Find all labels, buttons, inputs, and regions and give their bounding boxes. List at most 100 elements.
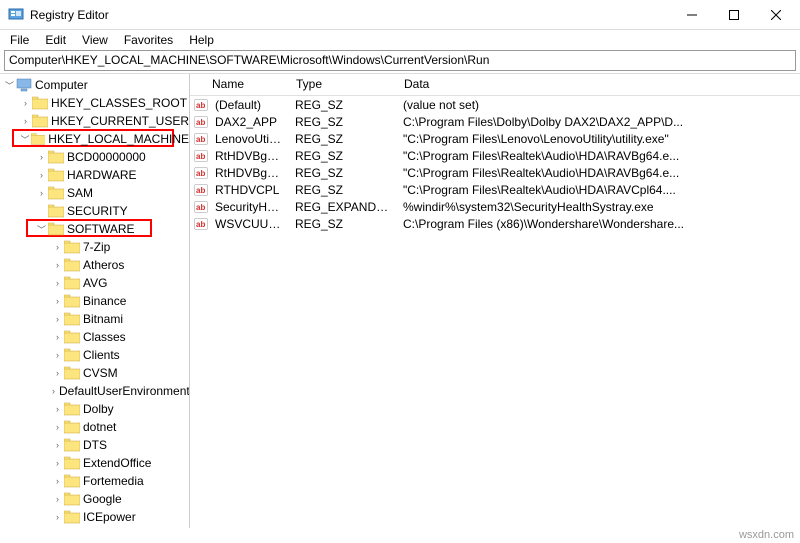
tree-item[interactable]: ›Binance: [0, 292, 189, 310]
tree-hkcr[interactable]: › HKEY_CLASSES_ROOT: [0, 94, 189, 112]
tree-label: Atheros: [83, 258, 124, 272]
expand-icon[interactable]: ›: [52, 296, 63, 307]
tree-item[interactable]: ›DTS: [0, 436, 189, 454]
tree-bcd[interactable]: › BCD00000000: [0, 148, 189, 166]
expand-icon[interactable]: ›: [52, 458, 63, 469]
tree-label: SOFTWARE: [67, 222, 135, 236]
tree-item[interactable]: › AVG: [0, 274, 189, 292]
expand-icon[interactable]: ›: [36, 152, 47, 163]
tree-item[interactable]: ›ICEpower: [0, 508, 189, 526]
expand-icon[interactable]: ›: [52, 494, 63, 505]
value-type: REG_SZ: [289, 217, 397, 231]
expand-icon[interactable]: ›: [52, 332, 63, 343]
expand-icon[interactable]: ›: [52, 422, 63, 433]
tree-hkcu[interactable]: › HKEY_CURRENT_USER: [0, 112, 189, 130]
tree-item[interactable]: › 7-Zip: [0, 238, 189, 256]
tree-item[interactable]: ›CVSM: [0, 364, 189, 382]
value-type: REG_SZ: [289, 183, 397, 197]
expand-icon[interactable]: ›: [52, 386, 55, 397]
tree-item[interactable]: › Atheros: [0, 256, 189, 274]
tree-label: Fortemedia: [83, 474, 144, 488]
tree-label: Clients: [83, 348, 120, 362]
expand-icon[interactable]: ›: [52, 512, 63, 523]
value-row[interactable]: abLenovoUtilityREG_SZ"C:\Program Files\L…: [190, 130, 800, 147]
expand-icon[interactable]: ›: [52, 476, 63, 487]
close-button[interactable]: [764, 3, 788, 27]
col-type[interactable]: Type: [290, 74, 398, 95]
tree-hklm[interactable]: ﹀ HKEY_LOCAL_MACHINE: [0, 130, 189, 148]
main-panes: ﹀ Computer › HKEY_CLASSES_ROOT › HKEY_CU…: [0, 73, 800, 528]
tree-label: 7-Zip: [83, 240, 110, 254]
tree-label: HKEY_CLASSES_ROOT: [51, 96, 187, 110]
collapse-icon[interactable]: ﹀: [20, 134, 30, 145]
expand-icon[interactable]: ›: [52, 278, 63, 289]
tree-software[interactable]: ﹀ SOFTWARE: [0, 220, 189, 238]
col-name[interactable]: Name: [190, 74, 290, 95]
tree-item[interactable]: › dotnet: [0, 418, 189, 436]
value-row[interactable]: abRTHDVCPLREG_SZ"C:\Program Files\Realte…: [190, 181, 800, 198]
collapse-icon[interactable]: ﹀: [36, 224, 47, 235]
string-value-icon: ab: [193, 166, 209, 180]
folder-icon: [64, 492, 80, 506]
tree-label: HKEY_CURRENT_USER: [51, 114, 189, 128]
tree-item[interactable]: ›DefaultUserEnvironment: [0, 382, 189, 400]
expand-icon[interactable]: ›: [36, 188, 47, 199]
expand-icon[interactable]: ›: [52, 368, 63, 379]
folder-icon: [64, 456, 80, 470]
expand-icon[interactable]: ›: [20, 98, 31, 109]
list-view[interactable]: Name Type Data ab(Default)REG_SZ(value n…: [190, 74, 800, 528]
folder-icon: [64, 276, 80, 290]
menu-view[interactable]: View: [76, 32, 114, 48]
col-data[interactable]: Data: [398, 74, 800, 95]
tree-item[interactable]: ›Dolby: [0, 400, 189, 418]
tree-item[interactable]: › Clients: [0, 346, 189, 364]
tree-sam[interactable]: › SAM: [0, 184, 189, 202]
value-row[interactable]: abSecurityHealthREG_EXPAND_SZ%windir%\sy…: [190, 198, 800, 215]
collapse-icon[interactable]: ﹀: [4, 80, 15, 91]
minimize-button[interactable]: [680, 3, 704, 27]
folder-icon: [64, 240, 80, 254]
menu-edit[interactable]: Edit: [39, 32, 72, 48]
expand-icon[interactable]: ›: [52, 404, 63, 415]
folder-icon: [48, 168, 64, 182]
value-type: REG_SZ: [289, 115, 397, 129]
expand-icon[interactable]: ›: [52, 440, 63, 451]
expand-icon[interactable]: ›: [52, 350, 63, 361]
value-row[interactable]: abDAX2_APPREG_SZC:\Program Files\Dolby\D…: [190, 113, 800, 130]
tree-item[interactable]: › Fortemedia: [0, 472, 189, 490]
tree-item[interactable]: ›IM Providers: [0, 526, 189, 528]
string-value-icon: ab: [193, 217, 209, 231]
expand-icon[interactable]: ›: [36, 170, 47, 181]
computer-icon: [16, 78, 32, 92]
menu-favorites[interactable]: Favorites: [118, 32, 179, 48]
tree-security[interactable]: SECURITY: [0, 202, 189, 220]
tree-view[interactable]: ﹀ Computer › HKEY_CLASSES_ROOT › HKEY_CU…: [0, 74, 190, 528]
menu-help[interactable]: Help: [183, 32, 220, 48]
tree-item[interactable]: ›Bitnami: [0, 310, 189, 328]
expand-icon[interactable]: ›: [52, 314, 63, 325]
expand-icon[interactable]: ›: [52, 242, 63, 253]
value-data: "C:\Program Files\Realtek\Audio\HDA\RAVC…: [397, 183, 800, 197]
tree-hardware[interactable]: › HARDWARE: [0, 166, 189, 184]
tree-root[interactable]: ﹀ Computer: [0, 76, 189, 94]
value-name: DAX2_APP: [209, 115, 289, 129]
expand-icon[interactable]: ›: [52, 260, 63, 271]
tree-item[interactable]: ›Classes: [0, 328, 189, 346]
tree-item[interactable]: › Google: [0, 490, 189, 508]
maximize-button[interactable]: [722, 3, 746, 27]
value-row[interactable]: abRtHDVBg_DolbyREG_SZ"C:\Program Files\R…: [190, 147, 800, 164]
expand-icon[interactable]: ›: [20, 116, 31, 127]
value-data: C:\Program Files\Dolby\Dolby DAX2\DAX2_A…: [397, 115, 800, 129]
tree-item[interactable]: ›ExtendOffice: [0, 454, 189, 472]
tree-label: Google: [83, 492, 122, 506]
value-row[interactable]: abRtHDVBg_LENO...REG_SZ"C:\Program Files…: [190, 164, 800, 181]
value-row[interactable]: ab(Default)REG_SZ(value not set): [190, 96, 800, 113]
folder-icon: [48, 222, 64, 236]
svg-text:ab: ab: [196, 152, 205, 161]
address-bar[interactable]: Computer\HKEY_LOCAL_MACHINE\SOFTWARE\Mic…: [4, 50, 796, 71]
value-row[interactable]: abWSVCUUpdateH...REG_SZC:\Program Files …: [190, 215, 800, 232]
tree-label: HARDWARE: [67, 168, 137, 182]
tree-label: dotnet: [83, 420, 116, 434]
tree-label: AVG: [83, 276, 107, 290]
menu-file[interactable]: File: [4, 32, 35, 48]
